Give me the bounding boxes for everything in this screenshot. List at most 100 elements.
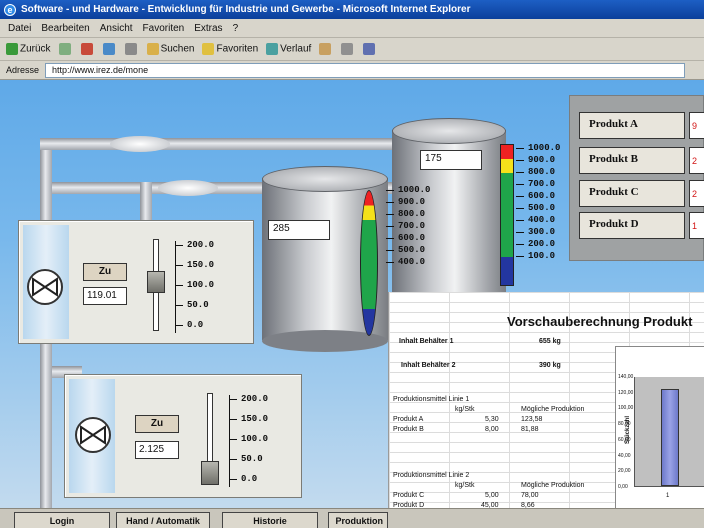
row-possible: 123,58 — [521, 416, 543, 423]
window-titlebar: e Software - und Hardware - Entwicklung … — [0, 0, 704, 19]
favorites-button[interactable]: Favoriten — [202, 43, 258, 55]
home-icon[interactable] — [124, 43, 137, 55]
forward-arrow-icon[interactable] — [58, 43, 71, 55]
product-a-label: Produkt A — [579, 112, 685, 139]
valve-icon[interactable] — [75, 417, 111, 453]
scale-label: 200.0 — [229, 389, 268, 409]
star-icon — [202, 43, 215, 55]
valve-panel-1: Zu 119.01 200.0 150.0 100.0 50.0 0.0 — [18, 220, 254, 344]
back-button[interactable]: Zurück — [6, 43, 51, 55]
scale-label: 50.0 — [229, 449, 268, 469]
bottom-navigation: Login Hand / Automatik Historie Produkti… — [0, 508, 704, 528]
chart-y-tick-label: 140,00 — [618, 374, 634, 380]
tank-2-scale: 1000.0 900.0 800.0 700.0 600.0 500.0 400… — [516, 142, 560, 262]
pipe-joint — [158, 180, 218, 196]
address-bar: Adresse http://www.irez.de/mone — [0, 61, 704, 80]
menu-favoriten[interactable]: Favoriten — [143, 23, 185, 34]
row-unit: 5,00 — [485, 492, 499, 499]
mail-icon[interactable] — [319, 43, 332, 55]
chart-y-tick-label: 60,00 — [618, 436, 631, 443]
scale-label: 700.0 — [386, 220, 430, 232]
nav-hand-automatik-button[interactable]: Hand / Automatik — [116, 512, 210, 528]
close-valve-button[interactable]: Zu — [83, 263, 127, 281]
chart-y-tick-label: 40,00 — [618, 452, 631, 459]
scale-label: 800.0 — [386, 208, 430, 220]
scale-label: 100.0 — [229, 429, 268, 449]
scale-label: 400.0 — [516, 214, 560, 226]
chart-bar — [661, 388, 679, 486]
row-unit: 8,00 — [485, 426, 499, 433]
scale-label: 50.0 — [175, 295, 214, 315]
address-input[interactable]: http://www.irez.de/mone — [45, 62, 686, 78]
history-button[interactable]: Verlauf — [266, 43, 311, 55]
scale-label: 100.0 — [175, 275, 214, 295]
col-unit-header: kg/Stk — [455, 406, 475, 413]
scale-label: 1000.0 — [516, 142, 560, 154]
process-view: 285 175 1000.0 900.0 800.0 700.0 600.0 5… — [0, 80, 704, 528]
production-chart: Stückzahl 140,00 120,00 100,00 80,00 60,00 40… — [615, 346, 704, 528]
menu-ansicht[interactable]: Ansicht — [100, 23, 133, 34]
linie-2-label: Produktionsmittel Linie 2 — [393, 472, 470, 479]
valve-panel-2: Zu 2.125 200.0 150.0 100.0 50.0 0.0 — [64, 374, 302, 498]
product-panel: Produkt A 9 Produkt B 2 Produkt C 2 Prod… — [569, 95, 704, 261]
chart-y-tick-label: 80,00 — [618, 421, 631, 428]
menu-help[interactable]: ? — [233, 23, 239, 34]
search-button[interactable]: Suchen — [146, 43, 194, 55]
chart-y-tick-label: 0,00 — [618, 484, 628, 490]
flow-slider-thumb[interactable] — [201, 461, 219, 485]
row-name: Produkt C — [393, 492, 425, 499]
tank-2-level-gauge — [500, 144, 514, 286]
menu-extras[interactable]: Extras — [194, 23, 222, 34]
search-icon — [146, 43, 159, 55]
chart-plot-area — [634, 377, 704, 487]
flow-slider-thumb[interactable] — [147, 271, 165, 293]
product-d-value: 1 — [689, 212, 704, 239]
print-icon[interactable] — [341, 43, 354, 55]
row-name: Produkt B — [393, 426, 424, 433]
scale-label: 500.0 — [516, 202, 560, 214]
menu-bearbeiten[interactable]: Bearbeiten — [41, 23, 89, 34]
product-d-label: Produkt D — [579, 212, 685, 239]
row-name: Produkt A — [393, 416, 424, 423]
toolbar: Zurück Suchen Favoriten Verlauf — [0, 38, 704, 61]
history-icon — [266, 43, 279, 55]
linie-1-label: Produktionsmittel Linie 1 — [393, 396, 470, 403]
inhalt-1-label: Inhalt Behälter 1 — [399, 338, 454, 345]
scale-label: 200.0 — [516, 238, 560, 250]
nav-login-button[interactable]: Login — [14, 512, 110, 528]
flow-value-field[interactable]: 119.01 — [83, 287, 127, 305]
nav-historie-button[interactable]: Historie — [222, 512, 318, 528]
close-valve-button[interactable]: Zu — [135, 415, 179, 433]
scale-label: 600.0 — [516, 190, 560, 202]
col-production-header: Mögliche Produktion — [521, 406, 585, 413]
tank-1-lid — [262, 166, 388, 192]
tank-1-value: 285 — [268, 220, 330, 240]
menu-bar: Datei Bearbeiten Ansicht Favoriten Extra… — [0, 19, 704, 38]
chart-y-tick-label: 120,00 — [618, 389, 634, 396]
flow-scale: 200.0 150.0 100.0 50.0 0.0 — [229, 389, 268, 489]
scale-label: 900.0 — [516, 154, 560, 166]
chart-category-label: 1 — [666, 493, 670, 499]
scale-label: 600.0 — [386, 232, 430, 244]
refresh-icon[interactable] — [102, 43, 115, 55]
row-possible: 78,00 — [521, 492, 539, 499]
chart-y-tick-label: 20,00 — [618, 468, 631, 475]
product-b-label: Produkt B — [579, 147, 685, 174]
row-possible: 81,88 — [521, 426, 539, 433]
sheet-title: Vorschauberechnung Produkt — [507, 314, 693, 329]
ie-icon: e — [4, 3, 16, 16]
col-production-header: Mögliche Produktion — [521, 482, 585, 489]
stop-icon[interactable] — [80, 43, 93, 55]
menu-datei[interactable]: Datei — [8, 23, 31, 34]
scale-label: 0.0 — [229, 469, 268, 489]
nav-produktion-button[interactable]: Produktion — [328, 512, 388, 528]
edit-icon[interactable] — [363, 43, 376, 55]
row-unit: 5,30 — [485, 416, 499, 423]
tank-1-level-gauge — [360, 190, 378, 336]
tank-2-lid — [392, 118, 506, 144]
product-c-label: Produkt C — [579, 180, 685, 207]
valve-icon[interactable] — [27, 269, 63, 305]
flow-scale: 200.0 150.0 100.0 50.0 0.0 — [175, 235, 214, 335]
chart-y-tick-label: 100,00 — [618, 405, 634, 412]
flow-value-field[interactable]: 2.125 — [135, 441, 179, 459]
